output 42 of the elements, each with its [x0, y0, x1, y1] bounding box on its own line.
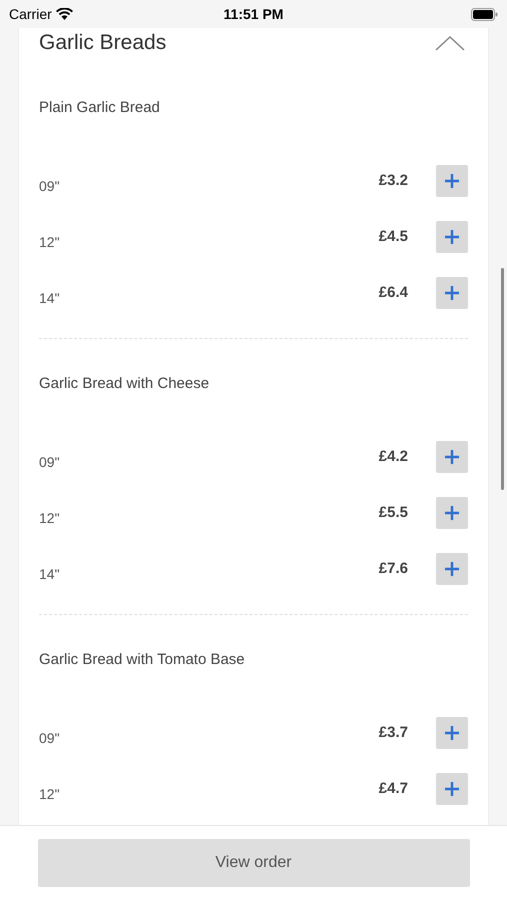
plus-icon — [444, 505, 460, 521]
price-label: £5.5 — [378, 502, 408, 523]
chevron-icon[interactable] — [434, 33, 466, 53]
size-label: 09" — [39, 176, 61, 196]
clock-time: 11:51 PM — [224, 4, 284, 24]
size-label: 12" — [39, 232, 61, 252]
size-label: 14" — [39, 564, 61, 584]
price-label: £4.5 — [378, 226, 408, 247]
view-order-button[interactable]: View order — [38, 839, 470, 887]
add-button[interactable] — [436, 497, 468, 529]
size-label: 12" — [39, 784, 61, 804]
carrier-label: Carrier — [9, 4, 52, 24]
add-button[interactable] — [436, 441, 468, 473]
add-button[interactable] — [436, 773, 468, 805]
price-label: £3.7 — [378, 722, 408, 743]
plus-icon — [444, 285, 460, 301]
add-button[interactable] — [436, 165, 468, 197]
plus-icon — [444, 229, 460, 245]
price-label: £7.6 — [378, 558, 408, 579]
plus-icon — [444, 725, 460, 741]
price-label: £4.7 — [378, 778, 408, 799]
plus-icon — [444, 781, 460, 797]
size-label: 09" — [39, 728, 61, 748]
item-name: Garlic Bread with Tomato Base — [39, 650, 246, 670]
wifi-icon — [56, 8, 73, 20]
plus-icon — [444, 449, 460, 465]
add-button[interactable] — [436, 553, 468, 585]
price-label: £3.2 — [378, 170, 408, 191]
size-label: 14" — [39, 288, 61, 308]
size-label: 09" — [39, 452, 61, 472]
add-button[interactable] — [436, 277, 468, 309]
price-label: £6.4 — [378, 282, 408, 303]
add-button[interactable] — [436, 221, 468, 253]
add-button[interactable] — [436, 717, 468, 749]
battery-icon — [471, 8, 498, 20]
plus-icon — [444, 561, 460, 577]
plus-icon — [444, 173, 460, 189]
item-name: Garlic Bread with Cheese — [39, 374, 210, 394]
price-label: £4.2 — [378, 446, 408, 467]
size-label: 12" — [39, 508, 61, 528]
item-name: Plain Garlic Bread — [39, 98, 161, 118]
category-title: Garlic Breads — [39, 30, 166, 56]
